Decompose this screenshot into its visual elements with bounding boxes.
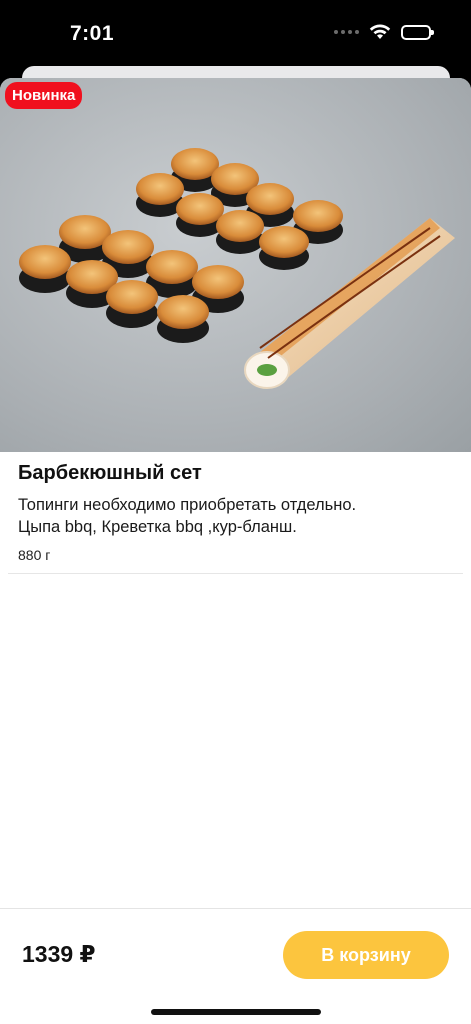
divider: [8, 573, 463, 574]
description-line: Цыпа bbq, Креветка bbq ,кур-бланш.: [18, 518, 297, 536]
wifi-icon: [369, 24, 391, 39]
signal-icon: [334, 30, 359, 34]
status-bar: 7:01: [0, 0, 471, 70]
price: 1339 ₽: [22, 941, 96, 967]
home-indicator[interactable]: [151, 1009, 321, 1015]
sushi-set-illustration: [19, 148, 455, 389]
add-to-cart-button[interactable]: В корзину: [283, 931, 449, 979]
product-title: Барбекюшный сет: [18, 462, 202, 484]
battery-icon: [401, 24, 434, 40]
status-time: 7:01: [70, 22, 115, 45]
product-weight: 880 г: [18, 547, 51, 563]
product-sheet: Новинка Барбекюшный сет Топинги необходи…: [0, 78, 471, 1024]
description-line: Топинги необходимо приобретать отдельно.: [18, 496, 357, 514]
maki-group: [19, 148, 343, 343]
product-description: Топинги необходимо приобретать отдельно.…: [18, 494, 458, 538]
product-image: Новинка: [0, 78, 471, 452]
status-icons: [334, 24, 434, 40]
bottom-bar: 1339 ₽ В корзину: [0, 908, 471, 1024]
new-badge: Новинка: [5, 82, 83, 109]
